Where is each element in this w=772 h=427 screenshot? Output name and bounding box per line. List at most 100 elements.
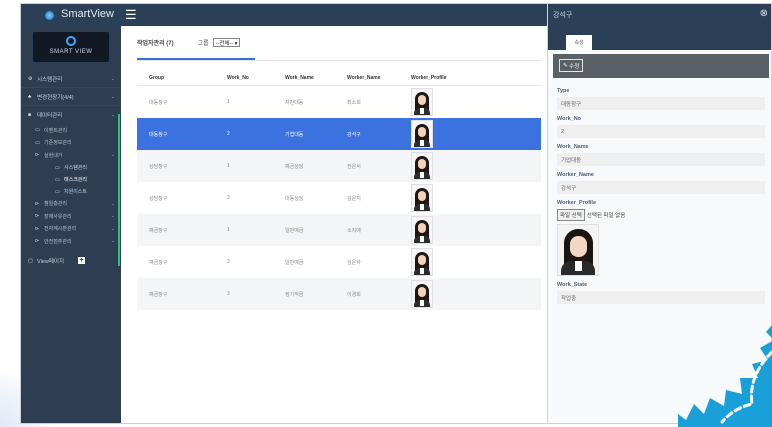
- table-row[interactable]: 예금창구 2 일반예금 심은하: [137, 246, 541, 278]
- list-icon: ■: [28, 112, 32, 118]
- table-row[interactable]: 예금창구 3 정기적금 이경희: [137, 278, 541, 310]
- decorative-badge: [678, 325, 772, 427]
- app-window: SmartView ☰ SMART VIEW ⚙ 시스템관리 ⌄ ♣ 변경현장기…: [20, 3, 772, 424]
- cell-work-no: 2: [227, 259, 230, 265]
- sidebar-item-view-page[interactable]: ▢ View페이지 +: [21, 252, 121, 270]
- detail-panel-tabs: 속성: [548, 26, 771, 50]
- chevron-down-icon: ⌄: [110, 93, 115, 100]
- cell-work-name: 자판대동: [285, 99, 304, 106]
- sidebar-subitem-fault[interactable]: ⊳ 장애사유관리 ⌄: [21, 210, 121, 223]
- column-header-work-name[interactable]: Work_Name: [285, 75, 347, 81]
- sidebar-subitem-events[interactable]: ▭ 이벤트관리: [21, 124, 121, 137]
- cell-group: 대동창구: [149, 131, 168, 138]
- folder-icon: ⊳: [35, 225, 40, 232]
- cell-worker-name: 강석구: [347, 131, 361, 138]
- sidebar-subsubitem-task[interactable]: ▭ 태스크관리: [21, 174, 121, 186]
- worker-profile-label: Worker_Profile: [557, 200, 597, 206]
- sidebar-subsubitem-label: 차원이스트: [64, 189, 88, 195]
- add-icon[interactable]: +: [78, 257, 86, 264]
- folder-icon: ▭: [35, 127, 40, 134]
- sidebar-subsubitem-system[interactable]: ▭ 사스템관리: [21, 162, 121, 174]
- type-field[interactable]: 대동창구: [557, 97, 765, 110]
- sidebar-menu: ⚙ 시스템관리 ⌄ ♣ 변경현장기(4/4) ⌄ ■ 데이터관리 ⌄ ▭ 이벤트…: [21, 70, 121, 270]
- sidebar-item-label: View페이지: [37, 258, 65, 265]
- profile-photo: [411, 152, 433, 180]
- tab-divider: [137, 60, 541, 61]
- chevron-down-icon: ⌄: [110, 152, 115, 159]
- sidebar-subitem-label: 전자계시판관리: [44, 226, 77, 233]
- page-icon: ▭: [55, 188, 60, 195]
- work-no-field[interactable]: 2: [557, 125, 765, 138]
- cell-work-name: 대동상담: [285, 195, 304, 202]
- cell-work-no: 1: [227, 163, 230, 169]
- column-header-worker-name[interactable]: Worker_Name: [347, 75, 411, 81]
- work-state-field[interactable]: 작업중: [557, 291, 765, 304]
- group-filter-select[interactable]: --전체-- ▾: [212, 38, 241, 47]
- column-header-group[interactable]: Group: [137, 75, 227, 81]
- cell-work-no: 1: [227, 99, 230, 105]
- edit-button[interactable]: ✎ 수정: [559, 59, 584, 72]
- folder-open-icon: ⊳: [35, 152, 40, 159]
- sidebar-item-changes[interactable]: ♣ 변경현장기(4/4) ⌄: [21, 88, 121, 106]
- profile-photo: [411, 88, 433, 116]
- file-select-button[interactable]: 파일 선택: [557, 209, 585, 221]
- folder-icon: ⊳: [35, 213, 40, 220]
- work-name-field[interactable]: 기업대동: [557, 153, 765, 166]
- sidebar-subitem-floor[interactable]: ⊳ 챔일층관리 ⌄: [21, 198, 121, 211]
- work-no-label: Work_No: [557, 116, 582, 122]
- sidebar-logo: SMART VIEW: [33, 32, 109, 62]
- cell-group: 대동창구: [149, 99, 168, 106]
- sidebar-subitem-board[interactable]: ⊳ 전자계시판관리 ⌄: [21, 223, 121, 236]
- chevron-down-icon: ⌄: [110, 112, 115, 118]
- profile-photo: [411, 120, 433, 148]
- sidebar-scroll-indicator: [118, 114, 120, 266]
- profile-photo: [411, 184, 433, 212]
- worker-name-field[interactable]: 강석구: [557, 181, 765, 194]
- sidebar-subitem-safety[interactable]: ⊳ 안전점추관리 ⌄: [21, 235, 121, 248]
- cell-work-name: 일반예금: [285, 259, 304, 266]
- column-header-work-no[interactable]: Work_No: [227, 75, 285, 81]
- cell-work-no: 1: [227, 227, 230, 233]
- detail-fields: Type 대동창구 Work_No 2 Work_Name 기업대동 Worke…: [557, 82, 765, 304]
- menu-toggle-icon[interactable]: ☰: [125, 7, 137, 23]
- file-status: 선택된 파일 없음: [586, 213, 626, 219]
- close-icon[interactable]: ⊗: [760, 8, 768, 19]
- main-content: 작업자관리 (7) 그룹 --전체-- ▾ Group Work_No Work…: [121, 26, 547, 423]
- table-row-selected[interactable]: 대동창구 2 기업대동 강석구: [137, 118, 541, 150]
- sidebar-item-data[interactable]: ■ 데이터관리 ⌄: [21, 106, 121, 124]
- tab-properties[interactable]: 속성: [566, 35, 592, 50]
- cell-work-no: 2: [227, 131, 230, 137]
- sidebar-subitem-realtime[interactable]: ⊳ 실현내가 ⌄: [21, 149, 121, 162]
- folder-icon: ▭: [35, 139, 40, 146]
- page-title: 작업자관리 (7): [137, 41, 174, 47]
- cell-work-no: 3: [227, 291, 230, 297]
- logo-mark-icon: [66, 36, 76, 46]
- sidebar-subitem-label: 안전점추관리: [44, 238, 72, 245]
- main-header: 작업자관리 (7) 그룹 --전체-- ▾: [137, 38, 241, 47]
- profile-photo: [411, 280, 433, 308]
- edit-button-label: 수정: [569, 63, 580, 70]
- sidebar-subitem-reference[interactable]: ▭ 기준정보관리: [21, 137, 121, 150]
- cell-worker-name: 최소희: [347, 99, 361, 106]
- column-header-worker-profile[interactable]: Worker_Profile: [411, 75, 471, 81]
- sidebar-subsubitem-list[interactable]: ▭ 차원이스트: [21, 186, 121, 198]
- sidebar-subitem-label: 실현내가: [44, 152, 63, 159]
- table-row[interactable]: 예금창구 1 일반예금 소지애: [137, 214, 541, 246]
- work-name-label: Work_Name: [557, 144, 589, 150]
- gear-icon: ⚙: [28, 75, 33, 82]
- cell-work-name: 일반예금: [285, 227, 304, 234]
- sidebar-subitem-label: 장애사유관리: [44, 213, 72, 220]
- table-row[interactable]: 상담창구 1 예금상담 전은서: [137, 150, 541, 182]
- table-row[interactable]: 상담창구 2 대동상담 김은지: [137, 182, 541, 214]
- cell-group: 상담창구: [149, 195, 168, 202]
- profile-photo: [411, 216, 433, 244]
- cell-worker-profile: [411, 280, 471, 308]
- sidebar-subitem-label: 기준정보관리: [44, 140, 72, 147]
- cell-work-name: 정기적금: [285, 291, 304, 298]
- table-row[interactable]: 대동창구 1 자판대동 최소희: [137, 86, 541, 118]
- cell-group: 상담창구: [149, 163, 168, 170]
- sidebar-item-system[interactable]: ⚙ 시스템관리 ⌄: [21, 70, 121, 88]
- worker-name-label: Worker_Name: [557, 172, 594, 178]
- cell-worker-profile: [411, 152, 471, 180]
- monitor-icon: ▢: [28, 257, 33, 264]
